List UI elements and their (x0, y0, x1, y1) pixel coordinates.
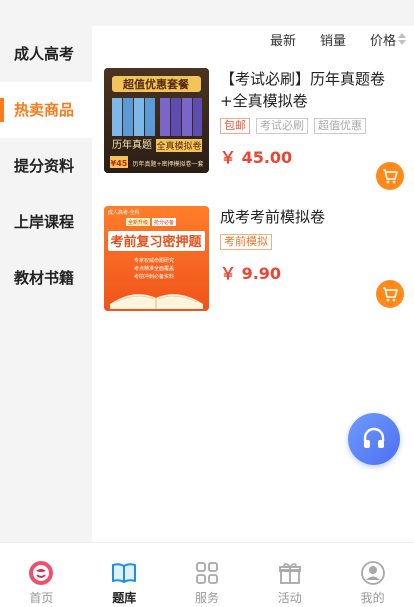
product-tags: 包邮 考试必刷 超值优惠 (220, 118, 366, 134)
product-cover-image: 超值优惠套餐 历年真题 全真模拟卷 ¥45 历年真题+密押模拟卷一套 (104, 68, 209, 173)
tag-great-value: 超值优惠 (314, 118, 366, 134)
sidebar-item-textbooks[interactable]: 教材书籍 (0, 250, 92, 306)
tab-home-label: 首页 (29, 591, 54, 605)
cover-chip-mid: 全新升级 (128, 219, 148, 226)
sort-price-label: 价格 (369, 33, 396, 49)
sidebar-item-courses[interactable]: 上岸课程 (0, 194, 92, 250)
add-to-cart-button[interactable] (376, 162, 404, 190)
product-cover-image: 成人高考·全科 全新升级 抢分必备 考前复习密押题 专家权威命题研究 考点精准全… (104, 206, 209, 311)
tab-mine[interactable]: 我的 (331, 543, 414, 607)
cover-strip-text: 历年真题+密押模拟卷一套 (132, 160, 203, 168)
bottom-tab-bar: 首页 题库 服务 活动 我的 (0, 542, 414, 607)
cart-icon (383, 169, 398, 184)
cart-icon (383, 287, 398, 302)
sort-arrows-icon (398, 33, 406, 45)
add-to-cart-button[interactable] (376, 280, 404, 308)
tab-services[interactable]: 服务 (166, 543, 249, 607)
product-list-panel: 最新 销量 价格 超值优惠套餐 历年真题 全真模拟卷 ¥45 历年真题+密押模拟… (92, 26, 414, 542)
cover-label-right: 全真模拟卷 (156, 140, 201, 152)
headset-icon (363, 427, 385, 448)
user-icon (360, 560, 386, 586)
grid-icon (194, 560, 220, 586)
product-tags: 考前模拟 (220, 234, 272, 250)
cover-chip-left: 成人高考·全科 (108, 209, 140, 216)
tab-home[interactable]: 首页 (0, 543, 83, 607)
sort-latest-label: 最新 (269, 33, 296, 49)
tag-free-shipping: 包邮 (220, 118, 250, 134)
cover-chip-right: 抢分必备 (154, 219, 174, 226)
product-title[interactable]: 【考试必刷】历年真题卷+全真模拟卷 (220, 68, 408, 112)
product-card[interactable]: 超值优惠套餐 历年真题 全真模拟卷 ¥45 历年真题+密押模拟卷一套 【考试必刷… (104, 68, 404, 190)
cover-headline: 考前复习密押题 (110, 234, 202, 250)
product-price: ￥ 9.90 (220, 264, 282, 283)
tab-question-bank-label: 题库 (112, 591, 137, 605)
tab-activities[interactable]: 活动 (248, 543, 331, 607)
sort-latest[interactable]: 最新 (270, 29, 296, 49)
gift-icon (277, 560, 303, 586)
sidebar-item-hot-products[interactable]: 热卖商品 (0, 82, 92, 138)
cover-line-1: 专家权威命题研究 (134, 257, 174, 264)
tag-must-practice: 考试必刷 (256, 118, 308, 134)
open-book-icon (111, 560, 137, 586)
cover-label-left: 历年真题 (112, 138, 152, 151)
cover-line-3: 考前冲刺必备资料 (134, 273, 174, 280)
sidebar-item-study-materials[interactable]: 提分资料 (0, 138, 92, 194)
product-card[interactable]: 成人高考·全科 全新升级 抢分必备 考前复习密押题 专家权威命题研究 考点精准全… (104, 206, 404, 316)
category-sidebar: 成人高考 热卖商品 提分资料 上岸课程 教材书籍 (0, 26, 92, 542)
tab-services-label: 服务 (194, 591, 219, 605)
tab-activities-label: 活动 (277, 591, 302, 605)
tag-mock-exam: 考前模拟 (220, 234, 272, 250)
cover-banner-text: 超值优惠套餐 (122, 77, 190, 91)
product-title[interactable]: 成考考前模拟卷 (220, 206, 408, 228)
sort-price[interactable]: 价格 (370, 29, 406, 49)
tab-mine-label: 我的 (360, 591, 385, 605)
sort-bar: 最新 销量 价格 (246, 29, 406, 49)
cover-price-tag: ¥45 (111, 159, 128, 168)
sort-sales[interactable]: 销量 (320, 29, 346, 49)
top-strip (0, 0, 414, 26)
product-price: ￥ 45.00 (220, 148, 293, 167)
tab-question-bank[interactable]: 题库 (83, 543, 166, 607)
sort-sales-label: 销量 (319, 33, 346, 49)
cover-line-2: 考点精准全面覆盖 (134, 265, 174, 272)
sidebar-item-adult-exam[interactable]: 成人高考 (0, 26, 92, 82)
home-logo-icon (28, 560, 54, 586)
customer-service-button[interactable] (348, 413, 400, 465)
